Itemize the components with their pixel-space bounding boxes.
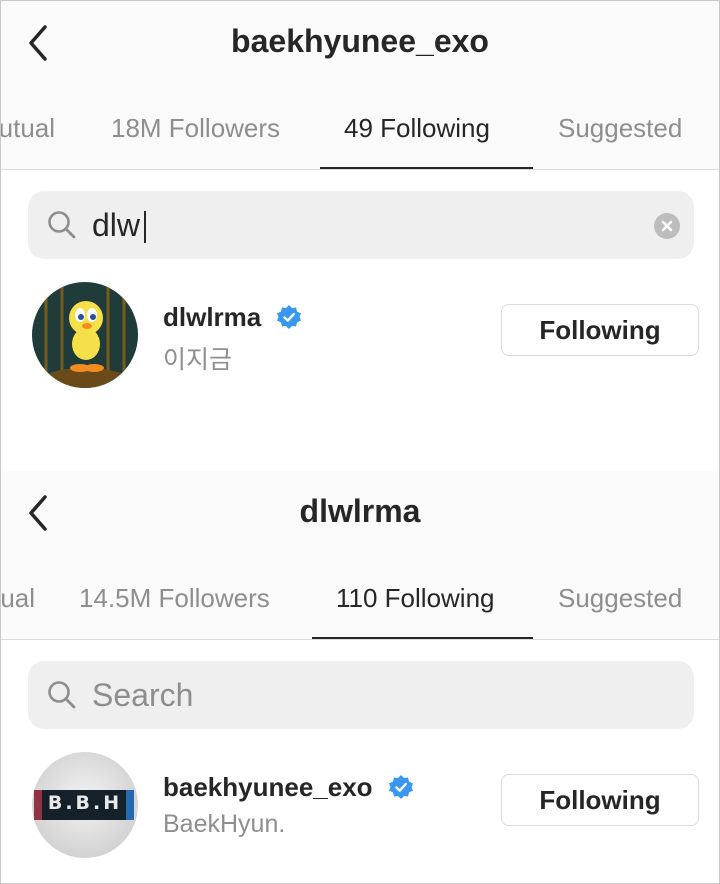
avatar-text: B.B.H <box>47 792 123 814</box>
active-tab-indicator <box>320 167 533 169</box>
tab-bar: Mutual 14.5M Followers 110 Following Sug… <box>1 559 719 640</box>
tab-mutual[interactable]: Mutual <box>1 113 55 144</box>
tab-following[interactable]: 110 Following <box>336 583 495 614</box>
user-list-item[interactable]: dlwlrma 이지금 Following <box>1 282 719 392</box>
username-link[interactable]: baekhyunee_exo <box>163 772 414 803</box>
following-screen-dlwlrma: dlwlrma Mutual 14.5M Followers 110 Follo… <box>1 471 719 883</box>
full-name: BaekHyun. <box>163 810 286 838</box>
tab-suggested[interactable]: Suggested <box>558 113 682 144</box>
divider-gap <box>1 441 719 471</box>
tab-followers[interactable]: 14.5M Followers <box>79 583 270 614</box>
verified-badge-icon <box>388 775 413 799</box>
tab-suggested[interactable]: Suggested <box>558 583 682 614</box>
avatar-image <box>32 282 138 388</box>
verified-badge-icon <box>277 305 302 329</box>
tab-followers[interactable]: 18M Followers <box>111 113 280 144</box>
page-title: dlwlrma <box>299 493 421 529</box>
search-bar <box>28 661 694 729</box>
username: dlwlrma <box>163 302 262 332</box>
search-bar <box>28 191 694 259</box>
search-icon <box>48 681 76 709</box>
text-caret <box>144 211 146 243</box>
clear-icon <box>661 220 673 232</box>
tab-mutual[interactable]: Mutual <box>1 583 35 614</box>
user-list-item[interactable]: B.B.H baekhyunee_exo BaekHyun. Following <box>1 752 719 862</box>
avatar[interactable]: B.B.H <box>32 752 138 858</box>
clear-search-button[interactable] <box>654 213 680 239</box>
screenshot-frame: baekhyunee_exo Mutual 18M Followers 49 F… <box>0 0 720 884</box>
header: baekhyunee_exo <box>1 1 719 89</box>
search-icon <box>48 211 76 239</box>
full-name: 이지금 <box>163 346 233 374</box>
avatar[interactable] <box>32 282 138 388</box>
search-input[interactable] <box>92 661 632 729</box>
header: dlwlrma <box>1 471 719 559</box>
username-link[interactable]: dlwlrma <box>163 302 302 333</box>
following-screen-baekhyunee: baekhyunee_exo Mutual 18M Followers 49 F… <box>1 1 719 441</box>
following-button[interactable]: Following <box>501 774 699 826</box>
following-button[interactable]: Following <box>501 304 699 356</box>
tab-following[interactable]: 49 Following <box>344 113 490 144</box>
username: baekhyunee_exo <box>163 772 373 802</box>
tab-bar: Mutual 18M Followers 49 Following Sugges… <box>1 89 719 170</box>
search-input[interactable] <box>92 191 632 259</box>
active-tab-indicator <box>312 637 533 639</box>
page-title: baekhyunee_exo <box>231 23 489 59</box>
